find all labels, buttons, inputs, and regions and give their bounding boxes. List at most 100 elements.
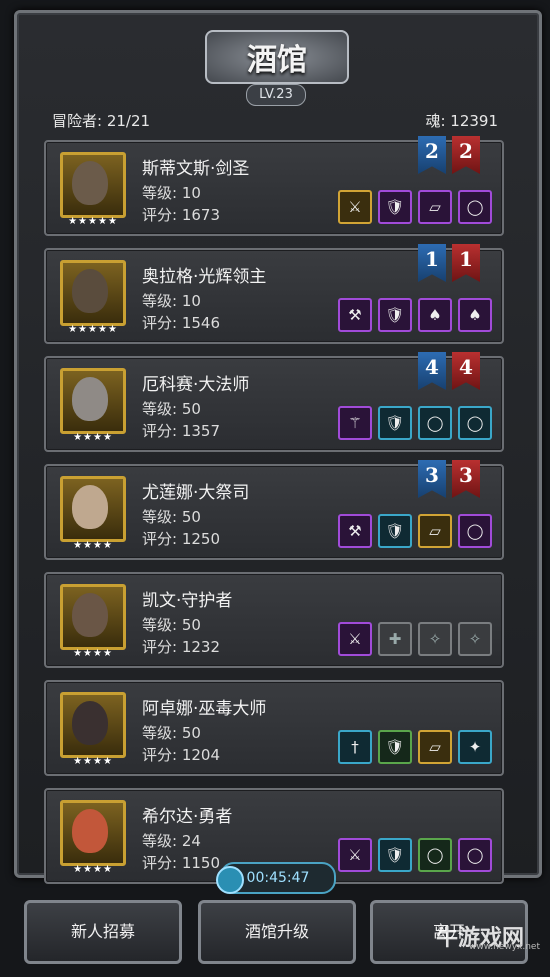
hero-name: 凯文·守护者 (142, 591, 233, 611)
hero-portrait (60, 152, 126, 218)
armor-icon[interactable]: 🛡 (378, 406, 412, 440)
cloak-icon[interactable]: ♠ (418, 298, 452, 332)
hero-score: 评分: 1546 (142, 314, 220, 332)
staff-icon[interactable]: ⚚ (338, 406, 372, 440)
hero-face-icon (72, 809, 108, 853)
hero-score: 评分: 1673 (142, 206, 220, 224)
timer-icon (216, 866, 244, 894)
soul-count: 魂: 12391 (425, 112, 498, 130)
ring-icon[interactable]: ◯ (458, 190, 492, 224)
hero-card[interactable]: ★★★★ 阿卓娜·巫毒大师 等级: 50 评分: 1204 † 🛡 ▱ ✦ (44, 680, 504, 776)
hero-stars: ★★★★ (73, 540, 113, 551)
hero-face-icon (72, 485, 108, 529)
blue-rank-ribbon: 4 (418, 352, 446, 390)
hammer-icon[interactable]: ⚒ (338, 514, 372, 548)
hero-card[interactable]: ★★★★★ 斯蒂文斯·剑圣 等级: 10 评分: 1673 2 2 ⚔ 🛡 ▱ ◯ (44, 136, 504, 236)
hero-card[interactable]: ★★★★ 尤莲娜·大祭司 等级: 50 评分: 1250 3 3 ⚒ 🛡 ▱ ◯ (44, 460, 504, 560)
rank-ribbons: 1 1 (418, 244, 480, 282)
ring-icon[interactable]: ◯ (458, 514, 492, 548)
gear-slots: ⚚ 🛡 ◯ ◯ (338, 406, 492, 440)
hero-level: 等级: 50 (142, 508, 201, 526)
hero-name: 斯蒂文斯·剑圣 (142, 159, 250, 179)
gear-slots: ⚒ 🛡 ♠ ♠ (338, 298, 492, 332)
hero-portrait (60, 692, 126, 758)
hero-face-icon (72, 161, 108, 205)
hero-name: 奥拉格·光辉领主 (142, 267, 267, 287)
scroll-icon[interactable]: ▱ (418, 190, 452, 224)
axe-icon[interactable]: ⚔ (338, 838, 372, 872)
gear-slots: ⚔ 🛡 ▱ ◯ (338, 190, 492, 224)
hero-level: 等级: 50 (142, 616, 201, 634)
accessory-slot-icon[interactable]: ✧ (458, 622, 492, 656)
gear-slots: ⚔ 🛡 ◯ ◯ (338, 838, 492, 872)
hero-stars: ★★★★ (73, 864, 113, 875)
accessory-slot-icon[interactable]: ✧ (418, 622, 452, 656)
blue-rank-ribbon: 2 (418, 136, 446, 174)
hero-name: 尤莲娜·大祭司 (142, 483, 250, 503)
hero-portrait (60, 260, 126, 326)
tavern-level-badge: LV.23 (246, 84, 306, 106)
armor-icon[interactable]: 🛡 (378, 838, 412, 872)
rank-ribbons: 4 4 (418, 352, 480, 390)
armor-icon[interactable]: 🛡 (378, 514, 412, 548)
blue-rank-ribbon: 3 (418, 460, 446, 498)
recruit-button[interactable]: 新人招募 (24, 900, 182, 964)
armor-icon[interactable]: 🛡 (378, 730, 412, 764)
blue-rank-ribbon: 1 (418, 244, 446, 282)
scroll-icon[interactable]: ▱ (418, 730, 452, 764)
red-rank-ribbon: 1 (452, 244, 480, 282)
stats-bar: 冒险者: 21/21 魂: 12391 (52, 108, 498, 132)
timer-text: 00:45:47 (246, 870, 310, 886)
rank-ribbons: 3 3 (418, 460, 480, 498)
cloak-icon[interactable]: ♠ (458, 298, 492, 332)
armor-slot-icon[interactable]: ✚ (378, 622, 412, 656)
hero-stars: ★★★★ (73, 432, 113, 443)
recruit-timer: 00:45:47 (216, 862, 336, 894)
sword-icon[interactable]: ⚔ (338, 622, 372, 656)
hero-card[interactable]: ★★★★ 厄科赛·大法师 等级: 50 评分: 1357 4 4 ⚚ 🛡 ◯ ◯ (44, 352, 504, 452)
shuriken-icon[interactable]: ✦ (458, 730, 492, 764)
hero-level: 等级: 10 (142, 184, 201, 202)
ring-icon[interactable]: ◯ (418, 838, 452, 872)
upgrade-tavern-button[interactable]: 酒馆升级 (198, 900, 356, 964)
hero-face-icon (72, 593, 108, 637)
hero-score: 评分: 1250 (142, 530, 220, 548)
watermark-url: www.newyx.net (468, 942, 540, 952)
hero-level: 等级: 24 (142, 832, 201, 850)
gear-slots: ⚔ ✚ ✧ ✧ (338, 622, 492, 656)
dagger-icon[interactable]: † (338, 730, 372, 764)
hero-face-icon (72, 269, 108, 313)
hero-score: 评分: 1232 (142, 638, 220, 656)
armor-icon[interactable]: 🛡 (378, 298, 412, 332)
hero-name: 阿卓娜·巫毒大师 (142, 699, 267, 719)
ring-icon[interactable]: ◯ (458, 406, 492, 440)
ring-icon[interactable]: ◯ (458, 838, 492, 872)
rank-ribbons: 2 2 (418, 136, 480, 174)
hero-card[interactable]: ★★★★ 凯文·守护者 等级: 50 评分: 1232 ⚔ ✚ ✧ ✧ (44, 572, 504, 668)
hero-card[interactable]: ★★★★★ 奥拉格·光辉领主 等级: 10 评分: 1546 1 1 ⚒ 🛡 ♠ ♠ (44, 244, 504, 344)
hero-score: 评分: 1150 (142, 854, 220, 872)
sword-icon[interactable]: ⚔ (338, 190, 372, 224)
red-rank-ribbon: 3 (452, 460, 480, 498)
hero-list: ★★★★★ 斯蒂文斯·剑圣 等级: 10 评分: 1673 2 2 ⚔ 🛡 ▱ ◯ ★… (44, 136, 504, 896)
tavern-title: 酒馆 (205, 30, 349, 84)
hero-stars: ★★★★ (73, 648, 113, 659)
gear-slots: ⚒ 🛡 ▱ ◯ (338, 514, 492, 548)
hero-portrait (60, 800, 126, 866)
hero-name: 希尔达·勇者 (142, 807, 233, 827)
hero-portrait (60, 476, 126, 542)
ring-icon[interactable]: ◯ (418, 406, 452, 440)
hero-portrait (60, 584, 126, 650)
hero-face-icon (72, 701, 108, 745)
scroll-icon[interactable]: ▱ (418, 514, 452, 548)
gear-slots: † 🛡 ▱ ✦ (338, 730, 492, 764)
hammer-icon[interactable]: ⚒ (338, 298, 372, 332)
armor-icon[interactable]: 🛡 (378, 190, 412, 224)
hero-stars: ★★★★★ (68, 324, 118, 335)
hero-name: 厄科赛·大法师 (142, 375, 250, 395)
hero-stars: ★★★★ (73, 756, 113, 767)
adventurer-count: 冒险者: 21/21 (52, 112, 151, 130)
hero-stars: ★★★★★ (68, 216, 118, 227)
hero-face-icon (72, 377, 108, 421)
hero-level: 等级: 50 (142, 400, 201, 418)
